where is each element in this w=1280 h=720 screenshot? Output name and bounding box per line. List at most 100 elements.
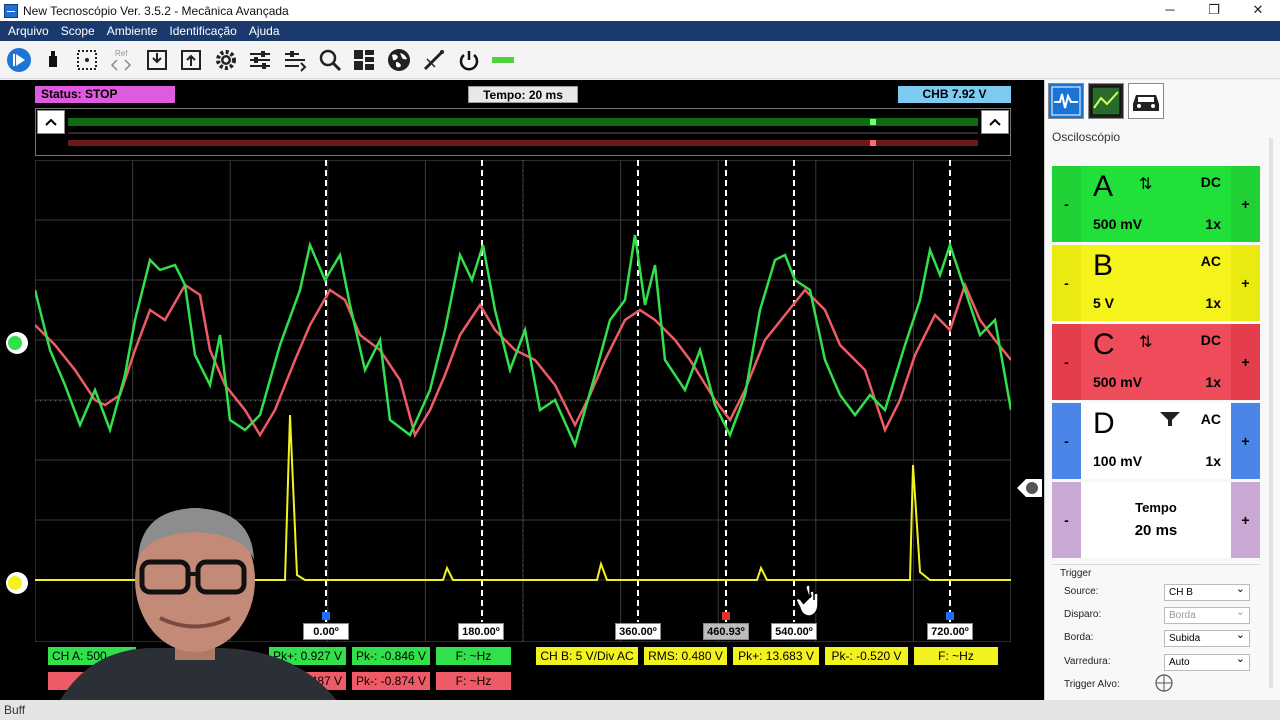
cursor-label-460: 460.93º bbox=[703, 623, 749, 640]
channel-a-minus-button[interactable]: - bbox=[1052, 166, 1081, 242]
channel-b-multiplier: 1x bbox=[1205, 295, 1221, 311]
channel-c-control: - C ⇅ DC 500 mV 1x + bbox=[1052, 324, 1260, 400]
tempo-plus-button[interactable]: + bbox=[1231, 482, 1260, 558]
title-bar: New Tecnoscópio Ver. 3.5.2 - Mecânica Av… bbox=[0, 0, 1280, 21]
tempo-label: Tempo bbox=[1135, 500, 1177, 515]
channel-c-body[interactable]: C ⇅ DC 500 mV 1x bbox=[1081, 324, 1231, 400]
globe-icon[interactable] bbox=[384, 45, 414, 75]
trigger-disparo-select[interactable]: Borda bbox=[1164, 605, 1250, 624]
tempo-control: - Tempo 20 ms + bbox=[1052, 482, 1260, 558]
menu-arquivo[interactable]: Arquivo bbox=[2, 24, 55, 38]
channel-c-letter: C bbox=[1093, 328, 1115, 361]
tab-vehicle[interactable] bbox=[1128, 83, 1164, 119]
updown-arrow-icon: ⇅ bbox=[1139, 334, 1153, 351]
gear-icon[interactable] bbox=[211, 45, 241, 75]
trigger-level-marker[interactable] bbox=[1014, 476, 1044, 500]
status-bar: Buff bbox=[0, 700, 1280, 720]
crosshair-icon[interactable] bbox=[1154, 673, 1174, 693]
meas-chb-rms: RMS: 0.480 V bbox=[644, 647, 727, 665]
restore-button[interactable]: ❐ bbox=[1192, 0, 1236, 21]
panel-scrollbar[interactable] bbox=[1269, 138, 1273, 688]
channel-a-plus-button[interactable]: + bbox=[1231, 166, 1260, 242]
meas-cha-freq: F: ~Hz bbox=[436, 647, 511, 665]
panel-title: Osciloscópio bbox=[1052, 130, 1121, 144]
channel-d-minus-button[interactable]: - bbox=[1052, 403, 1081, 479]
overview-strip[interactable] bbox=[35, 108, 1011, 156]
overview-scroll-up-right[interactable] bbox=[981, 110, 1009, 134]
screen-tab-icon bbox=[1091, 86, 1121, 116]
sliders-icon[interactable] bbox=[245, 45, 275, 75]
channel-c-coupling: DC bbox=[1200, 332, 1221, 348]
open-icon[interactable] bbox=[176, 45, 206, 75]
hand-cursor-icon bbox=[796, 584, 819, 617]
close-button[interactable]: ✕ bbox=[1236, 0, 1280, 21]
save-icon[interactable] bbox=[142, 45, 172, 75]
channel-d-control: - D AC 100 mV 1x + bbox=[1052, 403, 1260, 479]
channel-a-multiplier: 1x bbox=[1205, 216, 1221, 232]
channel-a-coupling: DC bbox=[1200, 174, 1221, 190]
channel-c-minus-button[interactable]: - bbox=[1052, 324, 1081, 400]
sliders-arrow-icon[interactable] bbox=[280, 45, 310, 75]
car-tab-icon bbox=[1133, 95, 1159, 111]
menu-ajuda[interactable]: Ajuda bbox=[243, 24, 286, 38]
channel-a-letter: A bbox=[1093, 170, 1114, 203]
meas-cha-pkminus: Pk-: -0.846 V bbox=[352, 647, 430, 665]
meas-chb-scale: CH B: 5 V/Div AC bbox=[536, 647, 638, 665]
power-icon[interactable] bbox=[454, 45, 484, 75]
usb-icon[interactable] bbox=[38, 45, 68, 75]
trigger-disparo-label: Disparo: bbox=[1064, 609, 1102, 620]
battery-icon bbox=[488, 45, 518, 75]
layout-icon[interactable] bbox=[349, 45, 379, 75]
channel-a-level-marker[interactable] bbox=[4, 330, 32, 356]
channel-b-scale: 5 V bbox=[1093, 295, 1115, 311]
chb-voltage-badge: CHB 7.92 V bbox=[898, 86, 1011, 103]
waveform-tab-icon bbox=[1051, 86, 1081, 116]
app-icon bbox=[4, 3, 18, 18]
channel-d-body[interactable]: D AC 100 mV 1x bbox=[1081, 403, 1231, 479]
channel-d-plus-button[interactable]: + bbox=[1231, 403, 1260, 479]
menu-identificacao[interactable]: Identificação bbox=[163, 24, 242, 38]
meas-chb-pkminus: Pk-: -0.520 V bbox=[825, 647, 908, 665]
cursor-label-720: 720.00º bbox=[927, 623, 973, 640]
overview-scroll-up-left[interactable] bbox=[37, 110, 65, 134]
trigger-alvo-label: Trigger Alvo: bbox=[1064, 679, 1120, 690]
channel-a-body[interactable]: A ⇅ DC 500 mV 1x bbox=[1081, 166, 1231, 242]
channel-c-plus-button[interactable]: + bbox=[1231, 324, 1260, 400]
channel-c-scale: 500 mV bbox=[1093, 374, 1143, 390]
channel-b-plus-button[interactable]: + bbox=[1231, 245, 1260, 321]
trigger-source-select[interactable]: CH B bbox=[1164, 582, 1250, 601]
tempo-minus-button[interactable]: - bbox=[1052, 482, 1081, 558]
zoom-icon[interactable] bbox=[315, 45, 345, 75]
channel-c-multiplier: 1x bbox=[1205, 374, 1221, 390]
menu-bar: Arquivo Scope Ambiente Identificação Aju… bbox=[0, 21, 1280, 41]
trigger-varredura-select[interactable]: Auto bbox=[1164, 652, 1250, 671]
filter-icon bbox=[1160, 412, 1180, 426]
tempo-body: Tempo 20 ms bbox=[1081, 482, 1231, 558]
tab-oscilloscope[interactable] bbox=[1048, 83, 1084, 119]
cursor-label-360: 360.00º bbox=[615, 623, 661, 640]
trigger-source-label: Source: bbox=[1064, 586, 1099, 597]
channel-b-minus-button[interactable]: - bbox=[1052, 245, 1081, 321]
menu-ambiente[interactable]: Ambiente bbox=[101, 24, 164, 38]
control-panel: Osciloscópio - A ⇅ DC 500 mV 1x + - B AC… bbox=[1044, 80, 1280, 700]
menu-scope[interactable]: Scope bbox=[55, 24, 101, 38]
meas-chc-freq: F: ~Hz bbox=[436, 672, 511, 690]
tab-display[interactable] bbox=[1088, 83, 1124, 119]
channel-b-body[interactable]: B AC 5 V 1x bbox=[1081, 245, 1231, 321]
channel-a-control: - A ⇅ DC 500 mV 1x + bbox=[1052, 166, 1260, 242]
probe-icon[interactable] bbox=[419, 45, 449, 75]
channel-a-scale: 500 mV bbox=[1093, 216, 1143, 232]
play-icon[interactable] bbox=[4, 45, 34, 75]
channel-d-scale: 100 mV bbox=[1093, 453, 1143, 469]
trigger-title: Trigger bbox=[1060, 568, 1092, 579]
channel-b-coupling: AC bbox=[1200, 253, 1221, 269]
cursor-label-540: 540.00º bbox=[771, 623, 817, 640]
grid-icon[interactable] bbox=[72, 45, 102, 75]
minimize-button[interactable]: ─ bbox=[1148, 0, 1192, 21]
ref-arrows-icon[interactable]: Ref bbox=[106, 45, 136, 75]
channel-b-letter: B bbox=[1093, 249, 1114, 282]
trigger-varredura-label: Varredura: bbox=[1064, 656, 1111, 667]
time-badge: Tempo: 20 ms bbox=[468, 86, 578, 103]
trigger-borda-select[interactable]: Subida bbox=[1164, 628, 1250, 647]
status-badge: Status: STOP bbox=[35, 86, 175, 103]
